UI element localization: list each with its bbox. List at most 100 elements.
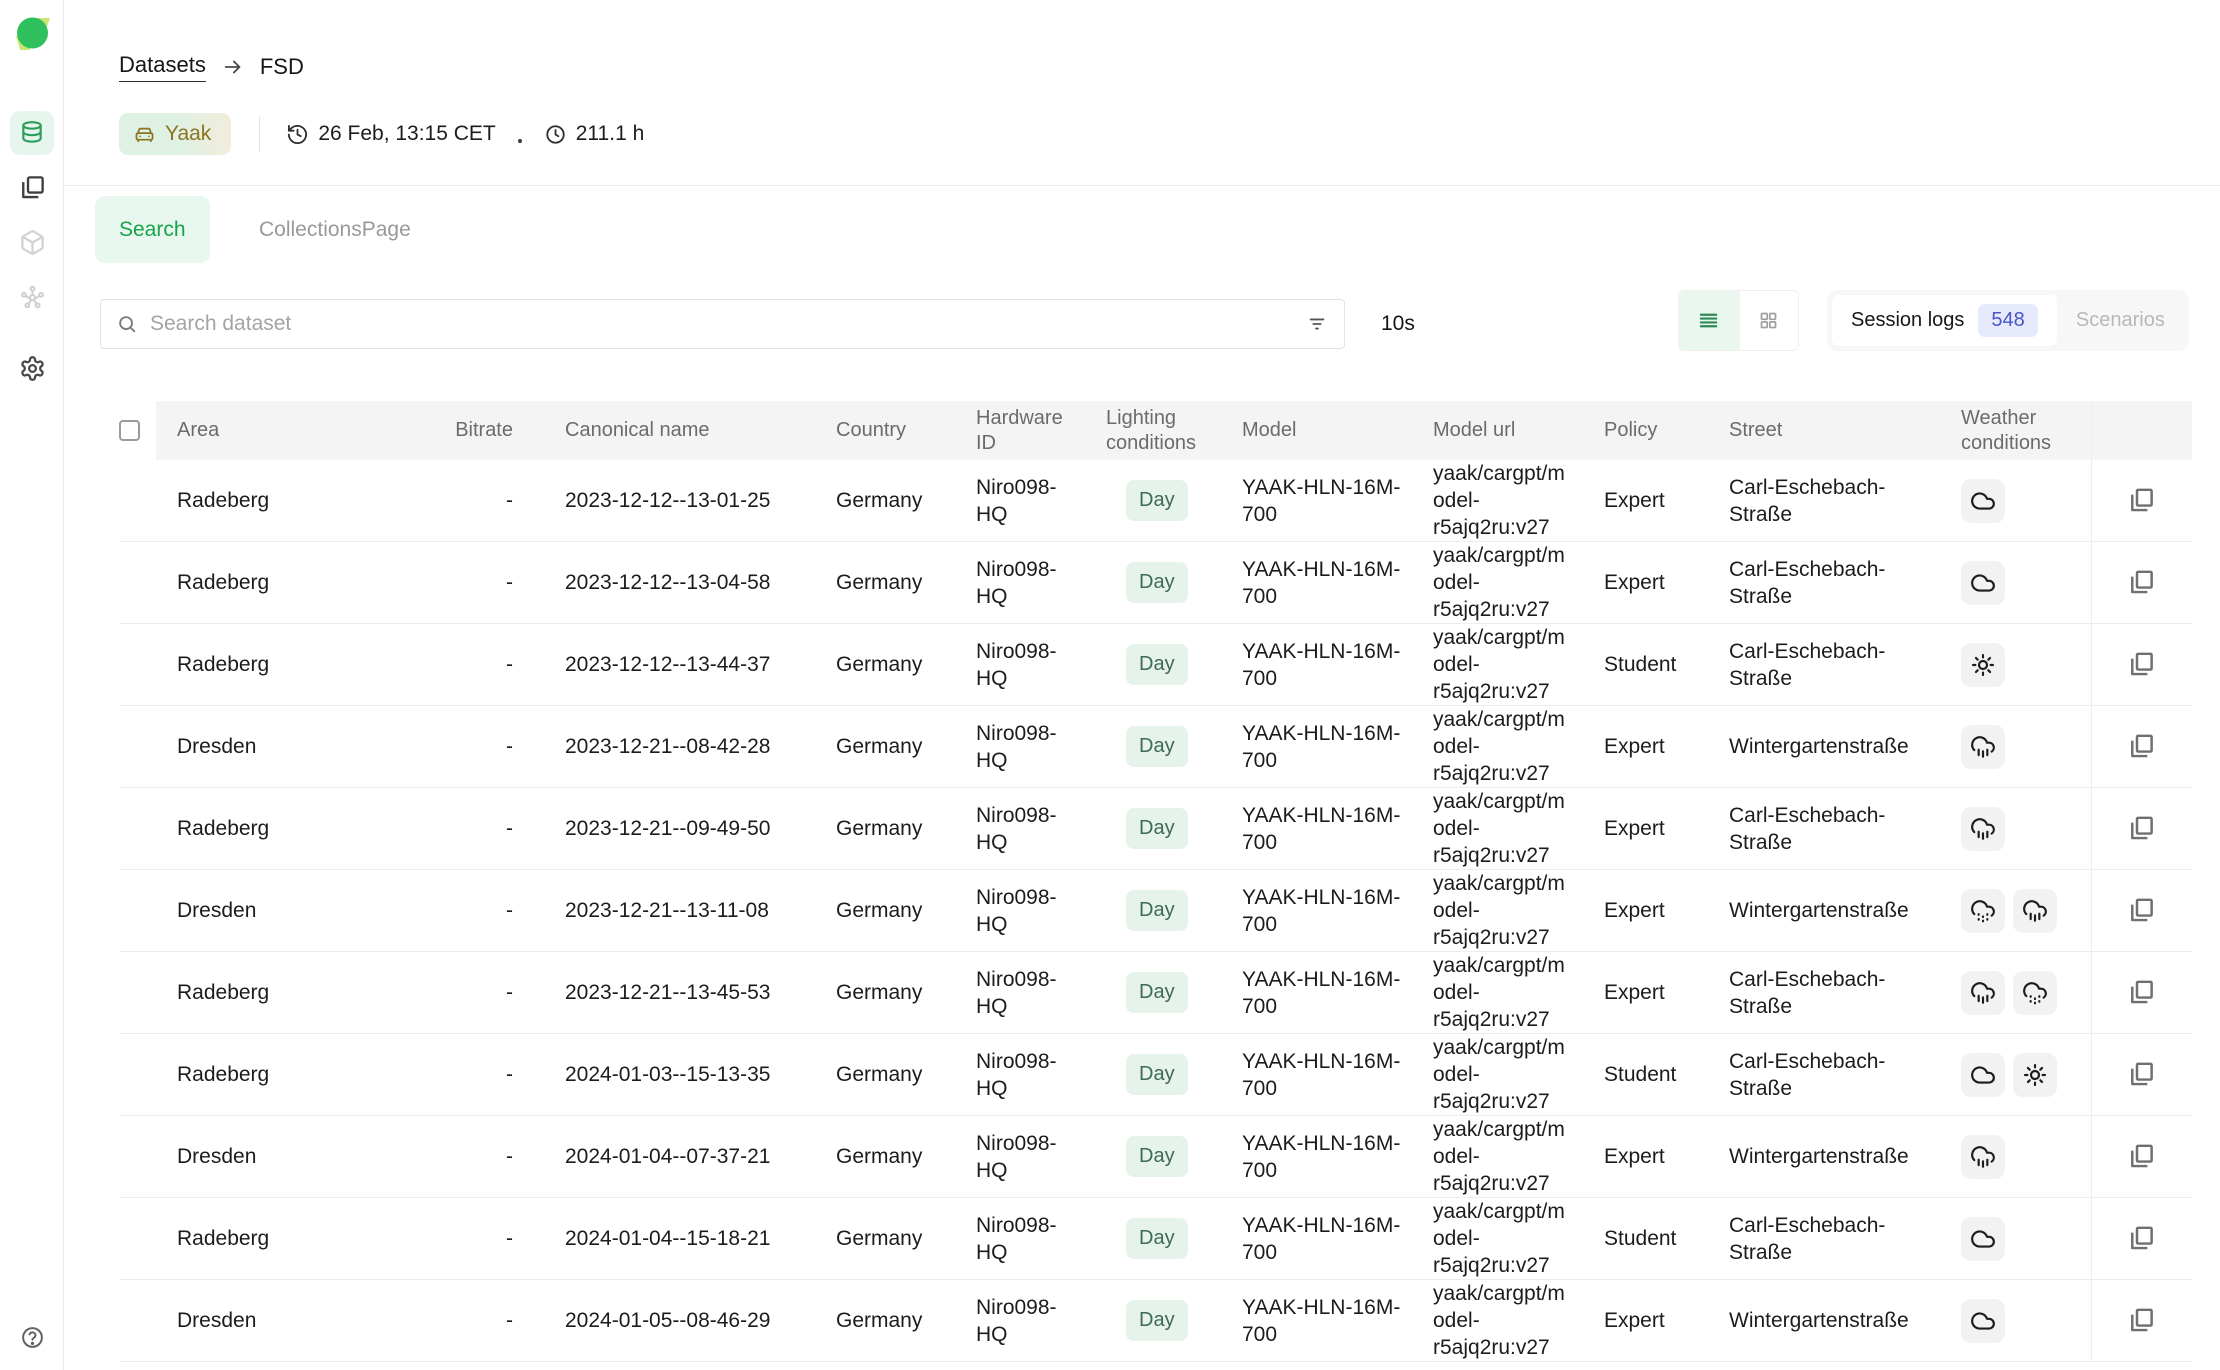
bitrate-cell: - [457, 1116, 517, 1197]
copy-button[interactable] [2128, 897, 2155, 924]
actions-cell [2091, 624, 2192, 705]
bitrate-value: - [506, 897, 513, 924]
table-row[interactable]: Radeberg - 2023-12-21--09-49-50 Germany … [119, 788, 2192, 870]
search-input[interactable] [150, 312, 1306, 336]
sidebar [0, 0, 64, 1370]
bitrate-value: - [506, 1307, 513, 1334]
copy-button[interactable] [2128, 1225, 2155, 1252]
model-value: YAAK-HLN-16M-700 [1242, 1294, 1417, 1348]
col-street: Street [1729, 401, 1961, 460]
country-cell: Germany [836, 1116, 976, 1197]
street-value: Wintergartenstraße [1729, 1307, 1909, 1334]
copy-button[interactable] [2128, 569, 2155, 596]
segment-scenarios[interactable]: Scenarios [2057, 295, 2184, 346]
tab-search[interactable]: Search [95, 196, 210, 263]
copy-button[interactable] [2128, 733, 2155, 760]
hardware-id-cell: Niro098-HQ [976, 542, 1106, 623]
network-icon [19, 284, 46, 311]
table-row[interactable]: Dresden - 2024-01-04--07-37-21 Germany N… [119, 1116, 2192, 1198]
area-value: Dresden [177, 1143, 256, 1170]
actions-cell [2091, 1280, 2192, 1361]
clock-icon [544, 123, 567, 146]
table-row[interactable]: Radeberg - 2023-12-12--13-01-25 Germany … [119, 460, 2192, 542]
copy-button[interactable] [2128, 815, 2155, 842]
canonical-name-value: 2024-01-04--07-37-21 [565, 1143, 770, 1170]
model-url-cell: yaak/cargpt/model-r5ajq2ru:v27 [1433, 706, 1604, 787]
copy-button[interactable] [2128, 487, 2155, 514]
tab-collections-page[interactable]: CollectionsPage [259, 196, 411, 263]
lighting-badge: Day [1126, 972, 1188, 1013]
canonical-name-cell: 2024-01-04--07-37-21 [517, 1116, 836, 1197]
policy-value: Student [1604, 651, 1676, 678]
hardware-id-value: Niro098-HQ [976, 720, 1080, 774]
table-row[interactable]: Radeberg - 2023-12-12--13-04-58 Germany … [119, 542, 2192, 624]
table-row[interactable]: Radeberg - 2024-01-04--15-18-21 Germany … [119, 1198, 2192, 1280]
table-row[interactable]: Dresden - 2023-12-21--13-11-08 Germany N… [119, 870, 2192, 952]
copy-button[interactable] [2128, 1061, 2155, 1088]
lighting-cell: Day [1106, 870, 1242, 951]
segment-session-logs[interactable]: Session logs 548 [1832, 295, 2057, 346]
policy-value: Student [1604, 1061, 1676, 1088]
hardware-id-value: Niro098-HQ [976, 966, 1080, 1020]
country-cell: Germany [836, 1280, 976, 1361]
canonical-name-cell: 2024-01-03--15-13-35 [517, 1034, 836, 1115]
recorded-at-text: 26 Feb, 13:15 CET [318, 122, 495, 146]
scenarios-label: Scenarios [2076, 309, 2165, 332]
select-all-checkbox[interactable] [119, 420, 140, 441]
list-view-button[interactable] [1679, 291, 1739, 350]
hardware-id-value: Niro098-HQ [976, 1212, 1080, 1266]
table-row[interactable]: Radeberg - 2023-12-21--13-45-53 Germany … [119, 952, 2192, 1034]
session-logs-label: Session logs [1851, 309, 1964, 332]
canonical-name-cell: 2023-12-21--13-11-08 [517, 870, 836, 951]
collections-icon [19, 174, 46, 201]
hardware-id-cell: Niro098-HQ [976, 1116, 1106, 1197]
actions-cell [2091, 542, 2192, 623]
copy-button[interactable] [2128, 1143, 2155, 1170]
area-cell: Radeberg [177, 624, 457, 705]
sidebar-item-packages[interactable] [17, 227, 47, 257]
sidebar-item-collections[interactable] [17, 172, 47, 202]
copy-button[interactable] [2128, 1307, 2155, 1334]
grid-view-button[interactable] [1739, 291, 1799, 350]
sidebar-item-settings[interactable] [17, 353, 47, 383]
model-url-value: yaak/cargpt/model-r5ajq2ru:v27 [1433, 952, 1568, 1033]
table-row[interactable]: Radeberg - 2023-12-12--13-44-37 Germany … [119, 624, 2192, 706]
copy-button[interactable] [2128, 979, 2155, 1006]
canonical-name-value: 2023-12-21--09-49-50 [565, 815, 770, 842]
bitrate-cell: - [457, 1034, 517, 1115]
table-row[interactable]: Radeberg - 2024-01-03--15-13-35 Germany … [119, 1034, 2192, 1116]
policy-value: Expert [1604, 569, 1665, 596]
area-value: Dresden [177, 897, 256, 924]
policy-cell: Student [1604, 624, 1729, 705]
help-button[interactable] [17, 1322, 47, 1352]
sun-icon [2013, 1053, 2057, 1097]
weather-cell [1961, 1198, 2091, 1279]
street-value: Carl-Eschebach-Straße [1729, 638, 1945, 692]
street-cell: Carl-Eschebach-Straße [1729, 542, 1961, 623]
rain-icon [1961, 807, 2005, 851]
sidebar-item-nodes[interactable] [17, 282, 47, 312]
table-row[interactable]: Dresden - 2024-01-05--08-46-29 Germany N… [119, 1280, 2192, 1362]
vehicle-badge[interactable]: Yaak [119, 113, 231, 155]
copy-button[interactable] [2128, 651, 2155, 678]
policy-cell: Expert [1604, 870, 1729, 951]
hardware-id-cell: Niro098-HQ [976, 1280, 1106, 1361]
sidebar-item-datasets[interactable] [10, 111, 54, 155]
duration: 211.1 h [544, 122, 645, 146]
policy-value: Expert [1604, 1143, 1665, 1170]
policy-cell: Student [1604, 1034, 1729, 1115]
model-value: YAAK-HLN-16M-700 [1242, 474, 1417, 528]
canonical-name-value: 2024-01-03--15-13-35 [565, 1061, 770, 1088]
model-url-cell: yaak/cargpt/model-r5ajq2ru:v27 [1433, 788, 1604, 869]
table-row[interactable]: Dresden - 2023-12-21--08-42-28 Germany N… [119, 706, 2192, 788]
recorded-at: 26 Feb, 13:15 CET [286, 122, 495, 146]
area-value: Dresden [177, 733, 256, 760]
app-logo[interactable] [11, 12, 55, 56]
vehicle-badge-label: Yaak [165, 122, 211, 146]
breadcrumb-datasets-link[interactable]: Datasets [119, 52, 206, 82]
lighting-cell: Day [1106, 1034, 1242, 1115]
gear-icon [19, 355, 46, 382]
weather-cell [1961, 542, 2091, 623]
filter-icon[interactable] [1306, 313, 1328, 335]
bitrate-cell: - [457, 460, 517, 541]
